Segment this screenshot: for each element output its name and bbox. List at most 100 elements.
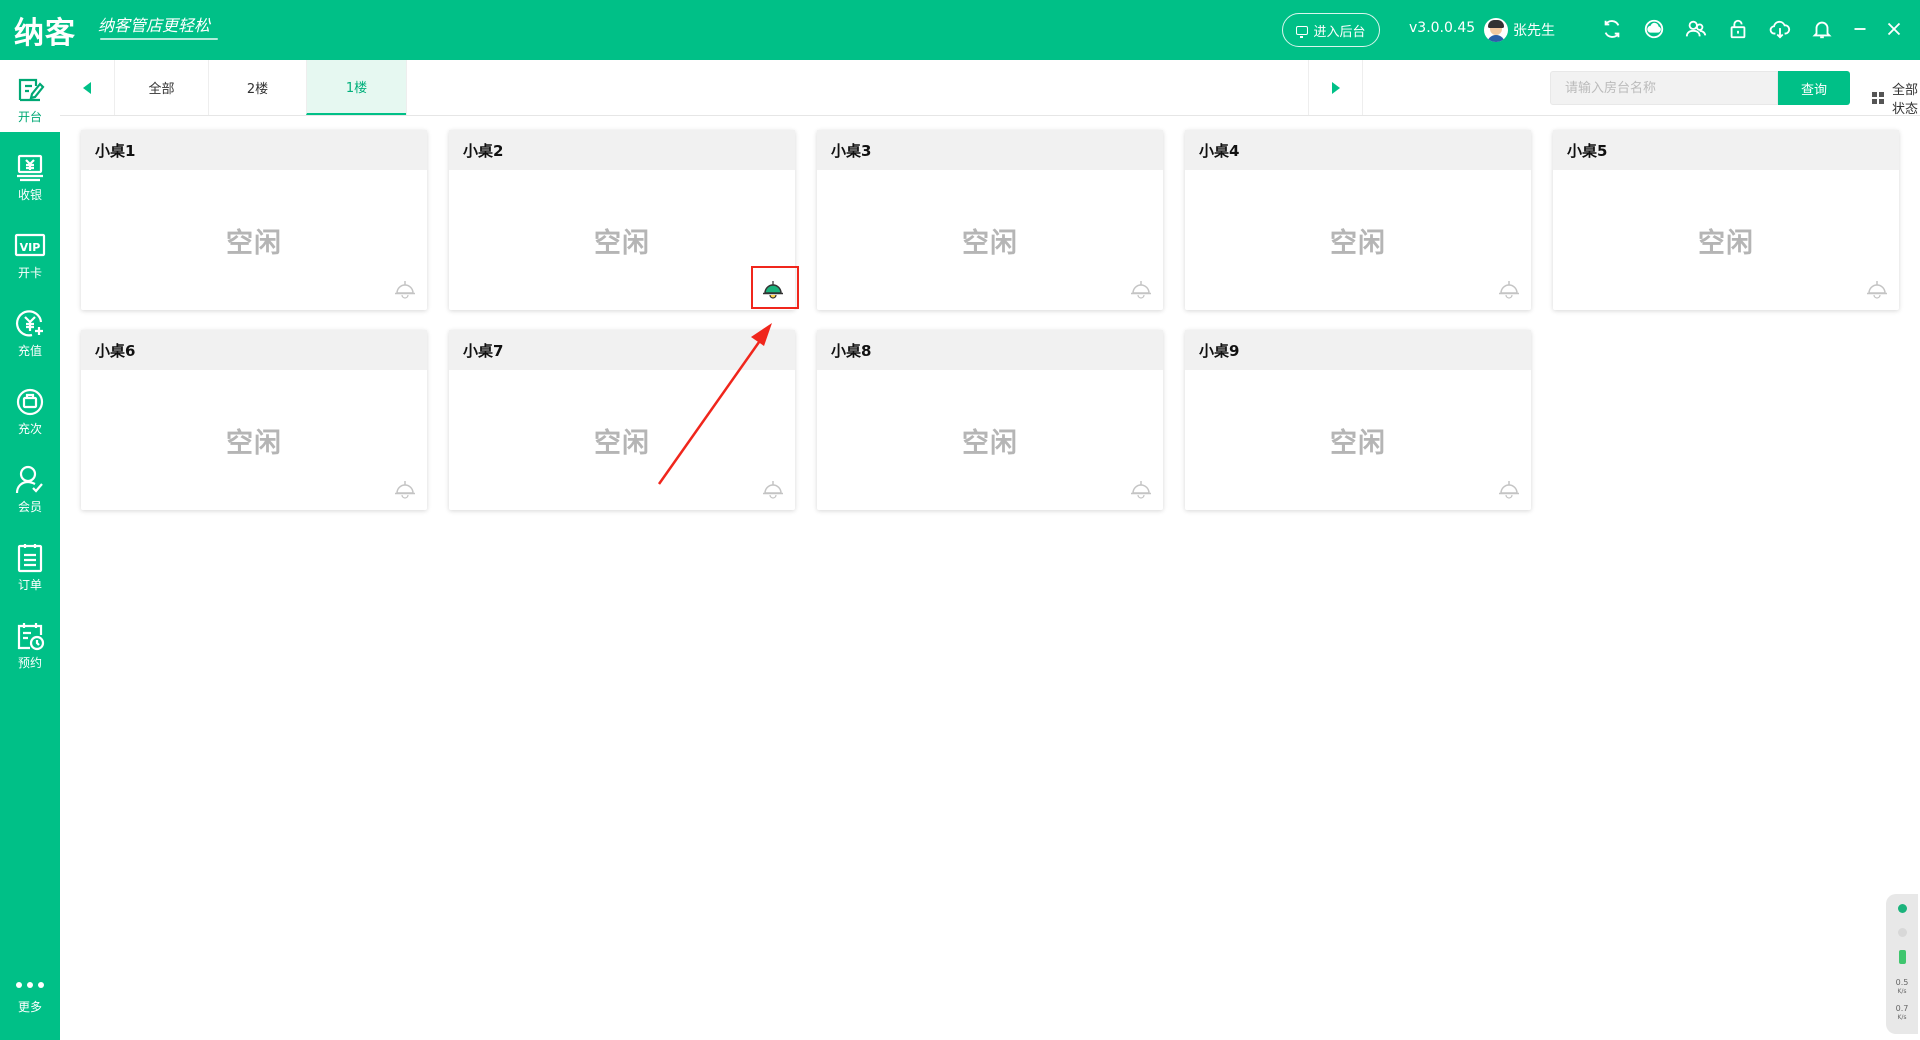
lamp-icon[interactable]	[393, 480, 417, 500]
table-name: 小桌9	[1185, 330, 1531, 370]
table-status: 空闲	[226, 427, 282, 459]
upload-speed: 0.5	[1895, 978, 1909, 987]
lamp-icon[interactable]	[1129, 480, 1153, 500]
member-icon	[15, 465, 43, 494]
table-card[interactable]: 小桌5 空闲	[1553, 130, 1899, 310]
svg-text:VIP: VIP	[20, 241, 41, 254]
table-card[interactable]: 小桌2 空闲	[449, 130, 795, 310]
customer-service-icon[interactable]	[1683, 16, 1709, 42]
app-logo: 纳客	[14, 16, 76, 51]
table-card[interactable]: 小桌4 空闲	[1185, 130, 1531, 310]
edit-table-icon	[18, 78, 45, 102]
status-filter-dropdown[interactable]: 全部状态	[1872, 79, 1920, 117]
sidebar-item-label: 会员	[17, 500, 42, 514]
cashier-icon	[17, 154, 43, 182]
search-button[interactable]: 查询	[1778, 71, 1850, 105]
table-name: 小桌8	[817, 330, 1163, 370]
table-status: 空闲	[594, 427, 650, 459]
lock-icon[interactable]	[1725, 16, 1751, 42]
sidebar-item-label: 更多	[17, 1000, 42, 1014]
lamp-icon[interactable]	[1865, 280, 1889, 300]
table-card[interactable]: 小桌3 空闲	[817, 130, 1163, 310]
floor-tabs-bar: 全部 2楼 1楼 查询 全部状态	[60, 60, 1920, 117]
tab-all[interactable]: 全部	[114, 60, 208, 115]
avatar[interactable]	[1484, 18, 1508, 42]
table-card[interactable]: 小桌1 空闲	[81, 130, 427, 310]
sidebar-item-label: 开台	[17, 110, 42, 124]
sidebar-item-appointment[interactable]: 预约	[0, 606, 60, 678]
sidebar: 开台 收银 VIP 开卡 充值 充次 会员 订单 预约 更多	[0, 60, 60, 1040]
sidebar-item-open-table[interactable]: 开台	[0, 60, 60, 132]
slogan-underline	[100, 38, 218, 40]
tabs-prev-button[interactable]	[60, 60, 114, 115]
table-status: 空闲	[1330, 427, 1386, 459]
enter-admin-label: 进入后台	[1313, 24, 1366, 40]
recharge-icon	[15, 310, 43, 337]
table-card[interactable]: 小桌9 空闲	[1185, 330, 1531, 510]
table-status: 空闲	[1330, 227, 1386, 259]
tab-divider	[1362, 60, 1363, 115]
lamp-icon[interactable]	[393, 280, 417, 300]
table-search-input[interactable]	[1550, 71, 1778, 105]
upload-unit: K/s	[1897, 988, 1907, 995]
tab-divider	[406, 60, 407, 115]
enter-admin-button[interactable]: 进入后台	[1282, 13, 1380, 47]
tab-floor-1[interactable]: 1楼	[306, 60, 406, 115]
sidebar-item-member[interactable]: 会员	[0, 450, 60, 522]
recharge-times-icon	[16, 388, 44, 416]
sync-cloud-icon[interactable]	[1641, 16, 1667, 42]
tabs-next-button[interactable]	[1309, 60, 1363, 115]
status-dot	[1898, 928, 1907, 937]
monitor-icon	[1296, 25, 1309, 38]
refresh-icon[interactable]	[1599, 16, 1625, 42]
download-speed: 0.7	[1895, 1004, 1909, 1013]
bell-icon[interactable]	[1809, 16, 1835, 42]
lamp-icon[interactable]	[1497, 480, 1521, 500]
sidebar-item-label: 开卡	[17, 266, 42, 280]
network-speed-widget[interactable]: 0.5 K/s 0.7 K/s	[1886, 894, 1918, 1034]
lamp-icon[interactable]	[761, 480, 785, 500]
status-filter-label: 全部状态	[1892, 83, 1919, 117]
minimize-icon[interactable]	[1847, 16, 1873, 42]
appointment-icon	[17, 623, 45, 651]
lamp-icon[interactable]	[1497, 280, 1521, 300]
table-name: 小桌2	[449, 130, 795, 170]
arrow-right-icon	[1332, 81, 1340, 94]
sidebar-item-recharge[interactable]: 充值	[0, 294, 60, 366]
sidebar-item-recharge-times[interactable]: 充次	[0, 372, 60, 444]
tab-floor-2[interactable]: 2楼	[208, 60, 306, 115]
annotation-highlight-box	[751, 266, 799, 309]
lamp-icon[interactable]	[1129, 280, 1153, 300]
table-status: 空闲	[1698, 227, 1754, 259]
close-icon[interactable]	[1881, 16, 1907, 42]
app-slogan: 纳客管店更轻松	[98, 16, 211, 35]
cloud-download-icon[interactable]	[1767, 16, 1793, 42]
sidebar-item-more[interactable]: 更多	[0, 960, 60, 1032]
grid-icon	[1872, 92, 1884, 104]
table-card[interactable]: 小桌8 空闲	[817, 330, 1163, 510]
table-status: 空闲	[962, 227, 1018, 259]
sidebar-item-label: 预约	[17, 656, 42, 670]
sidebar-item-label: 充次	[17, 422, 42, 436]
sidebar-item-label: 订单	[17, 578, 42, 592]
table-card[interactable]: 小桌7 空闲	[449, 330, 795, 510]
table-name: 小桌7	[449, 330, 795, 370]
signal-bar	[1899, 950, 1906, 964]
sidebar-item-label: 收银	[17, 188, 42, 202]
sidebar-item-cashier[interactable]: 收银	[0, 138, 60, 210]
table-name: 小桌5	[1553, 130, 1899, 170]
username-label[interactable]: 张先生	[1513, 20, 1555, 40]
order-icon	[17, 544, 43, 573]
vip-card-icon: VIP	[14, 233, 46, 257]
more-icon	[16, 982, 44, 988]
status-dot	[1898, 904, 1907, 913]
arrow-left-icon	[83, 81, 91, 94]
version-label: v3.0.0.45	[1409, 20, 1476, 36]
top-bar: 纳客 纳客管店更轻松 进入后台 v3.0.0.45 张先生	[0, 0, 1920, 60]
sidebar-item-label: 充值	[17, 344, 42, 358]
table-card[interactable]: 小桌6 空闲	[81, 330, 427, 510]
table-status: 空闲	[962, 427, 1018, 459]
sidebar-item-order[interactable]: 订单	[0, 528, 60, 600]
sidebar-item-vip-card[interactable]: VIP 开卡	[0, 216, 60, 288]
download-unit: K/s	[1897, 1014, 1907, 1021]
